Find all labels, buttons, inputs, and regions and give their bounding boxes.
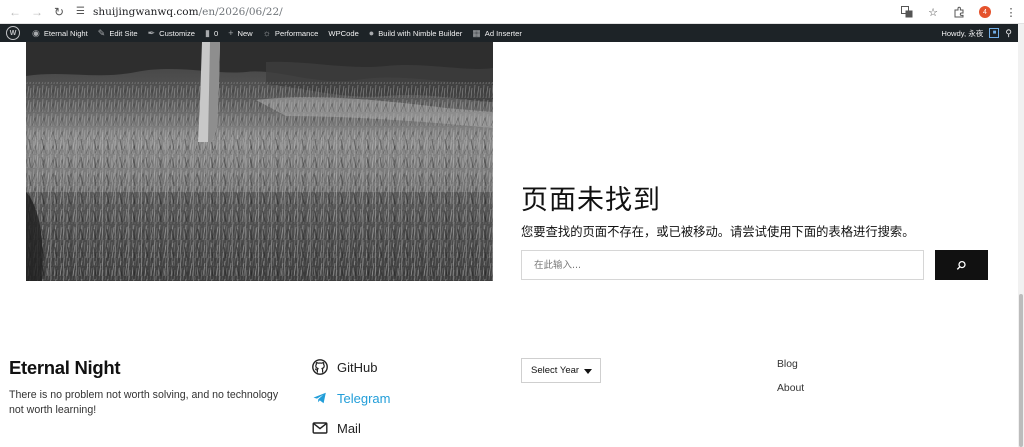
telegram-icon bbox=[313, 392, 326, 404]
translate-icon[interactable] bbox=[900, 5, 914, 19]
howdy-user[interactable]: Howdy, 永夜 bbox=[941, 28, 983, 39]
grid-icon: ▦ bbox=[472, 27, 481, 38]
back-icon[interactable]: ← bbox=[4, 2, 26, 22]
not-found-description: 您要查找的页面不存在，或已被移动。请尝试使用下面的表格进行搜索。 bbox=[521, 225, 915, 239]
footer-tagline: There is no problem not worth solving, a… bbox=[9, 389, 279, 416]
archive-year-select[interactable]: Select Year bbox=[521, 358, 601, 383]
browser-actions: ☆ 4 ⋮ bbox=[900, 0, 1018, 24]
hero-image bbox=[26, 42, 493, 281]
mail-icon bbox=[312, 422, 328, 434]
site-info-icon[interactable]: ☰ bbox=[76, 6, 85, 17]
url-host: shuijingwanwq.com bbox=[92, 5, 199, 18]
footer-link-blog[interactable]: Blog bbox=[777, 359, 798, 370]
search-input[interactable] bbox=[521, 250, 924, 280]
performance-icon: ☼ bbox=[262, 28, 271, 38]
page-scrollbar[interactable] bbox=[1018, 24, 1024, 447]
extension-badge: 4 bbox=[979, 6, 991, 18]
adminbar-right: Howdy, 永夜 ■ ⚲ bbox=[941, 24, 1012, 42]
url-path: /en/2026/06/22/ bbox=[198, 5, 283, 18]
page-title: 页面未找到 bbox=[521, 185, 661, 216]
forward-icon[interactable]: → bbox=[26, 2, 48, 22]
footer-site-title[interactable]: Eternal Night bbox=[9, 357, 121, 379]
nimble-builder-menu[interactable]: ● Build with Nimble Builder bbox=[364, 24, 467, 42]
browser-toolbar: ← → ↻ ☰ shuijingwanwq.com/en/2026/06/22/… bbox=[0, 0, 1024, 24]
dashboard-icon: ◉ bbox=[32, 27, 40, 38]
customize-menu[interactable]: ✒ Customize bbox=[143, 24, 200, 42]
chevron-down-icon bbox=[584, 369, 592, 374]
scrollbar-thumb[interactable] bbox=[1019, 294, 1023, 447]
profile-avatar[interactable]: 4 bbox=[978, 5, 992, 19]
search-icon[interactable]: ⚲ bbox=[1005, 28, 1012, 39]
address-bar[interactable]: ☰ shuijingwanwq.com/en/2026/06/22/ bbox=[76, 6, 283, 18]
github-icon bbox=[312, 359, 328, 375]
browser-nav: ← → ↻ bbox=[4, 2, 70, 22]
brush-icon: ✎ bbox=[97, 27, 106, 38]
edit-site-menu[interactable]: ✎ Edit Site bbox=[93, 24, 143, 42]
plus-icon: + bbox=[228, 28, 234, 38]
site-name-menu[interactable]: ◉ Eternal Night bbox=[27, 24, 93, 42]
user-avatar[interactable]: ■ bbox=[989, 28, 1000, 38]
customize-brush-icon: ✒ bbox=[147, 27, 156, 38]
wpcode-menu[interactable]: WPCode bbox=[323, 24, 363, 42]
search-button[interactable] bbox=[935, 250, 988, 280]
wp-admin-bar: W ◉ Eternal Night ✎ Edit Site ✒ Customize ▮… bbox=[0, 24, 1018, 42]
mail-link[interactable]: Mail bbox=[312, 420, 361, 436]
bookmark-star-icon[interactable]: ☆ bbox=[926, 5, 940, 19]
reload-icon[interactable]: ↻ bbox=[48, 2, 70, 22]
new-content-menu[interactable]: + New bbox=[223, 24, 257, 42]
search-icon bbox=[956, 260, 966, 270]
comments-menu[interactable]: ▮ 0 bbox=[200, 24, 223, 42]
github-link[interactable]: GitHub bbox=[312, 359, 377, 375]
extensions-icon[interactable] bbox=[952, 5, 966, 19]
footer-link-about[interactable]: About bbox=[777, 383, 804, 394]
ad-inserter-menu[interactable]: ▦ Ad Inserter bbox=[467, 24, 527, 42]
performance-menu[interactable]: ☼ Performance bbox=[258, 24, 324, 42]
comment-icon: ▮ bbox=[205, 27, 210, 38]
telegram-link[interactable]: Telegram bbox=[312, 390, 390, 406]
wp-logo-menu[interactable]: W bbox=[0, 24, 27, 42]
wordpress-logo-icon: W bbox=[6, 26, 20, 40]
nimble-icon: ● bbox=[368, 28, 375, 38]
browser-menu-icon[interactable]: ⋮ bbox=[1004, 5, 1018, 19]
